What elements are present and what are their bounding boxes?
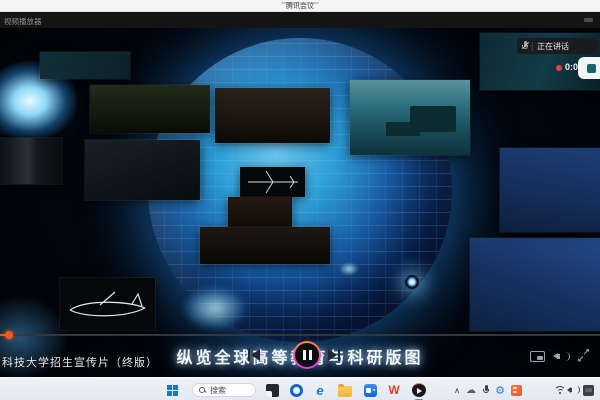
aircraft-diagram-icon [60, 278, 155, 330]
progress-bar[interactable] [0, 334, 600, 336]
taskbar-app-explorer[interactable] [337, 382, 353, 398]
clock-app-icon [290, 384, 303, 397]
search-icon [199, 387, 206, 394]
player-titlebar: 视频播放器 [0, 12, 600, 28]
playhead[interactable] [5, 331, 13, 339]
taskbar-app-clock[interactable] [288, 382, 304, 398]
previous-icon[interactable] [248, 349, 262, 361]
recording-dot [556, 65, 562, 71]
snip-app-icon [266, 384, 279, 397]
next-icon[interactable] [328, 349, 342, 361]
taskbar-app-player[interactable] [411, 382, 427, 398]
player-window-control[interactable] [584, 18, 593, 22]
stop-recording-button[interactable] [578, 57, 600, 79]
taskbar-search[interactable]: 搜索 [192, 383, 256, 397]
player-window-title: 视频播放器 [4, 16, 42, 27]
volume-icon[interactable] [553, 351, 567, 362]
screen: 腾讯会议 视频播放器 [0, 0, 600, 400]
search-label: 搜索 [210, 385, 226, 396]
wps-office-icon: W [388, 384, 399, 397]
taskbar: 搜索 e W ∧ ☁ ⚙ [0, 377, 600, 400]
stop-icon [587, 64, 596, 73]
taskbar-app-meeting[interactable] [362, 382, 378, 398]
tray-recorder-icon[interactable] [508, 382, 524, 398]
video-thumbnail [40, 52, 130, 79]
windows-logo-icon [167, 385, 178, 396]
aircraft-diagram-icon [240, 167, 305, 197]
video-thumbnail [85, 140, 200, 200]
video-thumbnail [470, 238, 600, 331]
tray-ime-icon[interactable] [580, 382, 596, 398]
speaking-indicator: 正在讲话 [517, 38, 597, 54]
file-explorer-icon [338, 386, 352, 397]
tray-settings-icon[interactable]: ⚙ [492, 382, 508, 398]
video-thumbnail-aircraft-top [240, 167, 305, 197]
edge-browser-icon: e [316, 384, 323, 397]
pause-icon [295, 343, 319, 367]
taskbar-app-snip[interactable] [264, 382, 280, 398]
taskbar-app-wps[interactable]: W [386, 382, 402, 398]
video-thumbnail [90, 85, 210, 133]
video-thumbnail [200, 227, 330, 264]
start-button[interactable] [164, 382, 180, 398]
tray-volume-icon[interactable] [565, 382, 581, 398]
divider [532, 42, 533, 51]
small-flare [336, 260, 362, 278]
microphone-icon [522, 41, 528, 51]
mini-player-icon[interactable] [530, 351, 545, 362]
tencent-meeting-icon [364, 384, 377, 397]
video-thumbnail [0, 138, 62, 184]
pause-button[interactable] [293, 341, 321, 369]
earth-rim-glow [170, 278, 260, 338]
fullscreen-icon[interactable]: ↗↙ [577, 349, 590, 362]
meeting-title: 腾讯会议 [0, 3, 600, 11]
video-surface[interactable]: 纵览全球高等教育与科研版图 科技大学招生宣传片（终版） ↗↙ [0, 28, 600, 377]
speaking-label: 正在讲话 [537, 41, 569, 52]
video-thumbnail-harvester [350, 80, 470, 155]
video-thumbnail-aircraft-side [60, 278, 155, 330]
video-thumbnail [500, 148, 600, 232]
highlight-glow [405, 275, 419, 289]
video-thumbnail [228, 197, 292, 228]
meeting-topbar: 腾讯会议 [0, 0, 600, 12]
tray-cloud-icon[interactable]: ☁ [463, 382, 479, 398]
taskbar-app-edge[interactable]: e [312, 382, 328, 398]
video-thumbnail [215, 88, 330, 143]
video-title: 科技大学招生宣传片（终版） [2, 354, 158, 370]
media-player-icon [412, 383, 426, 397]
